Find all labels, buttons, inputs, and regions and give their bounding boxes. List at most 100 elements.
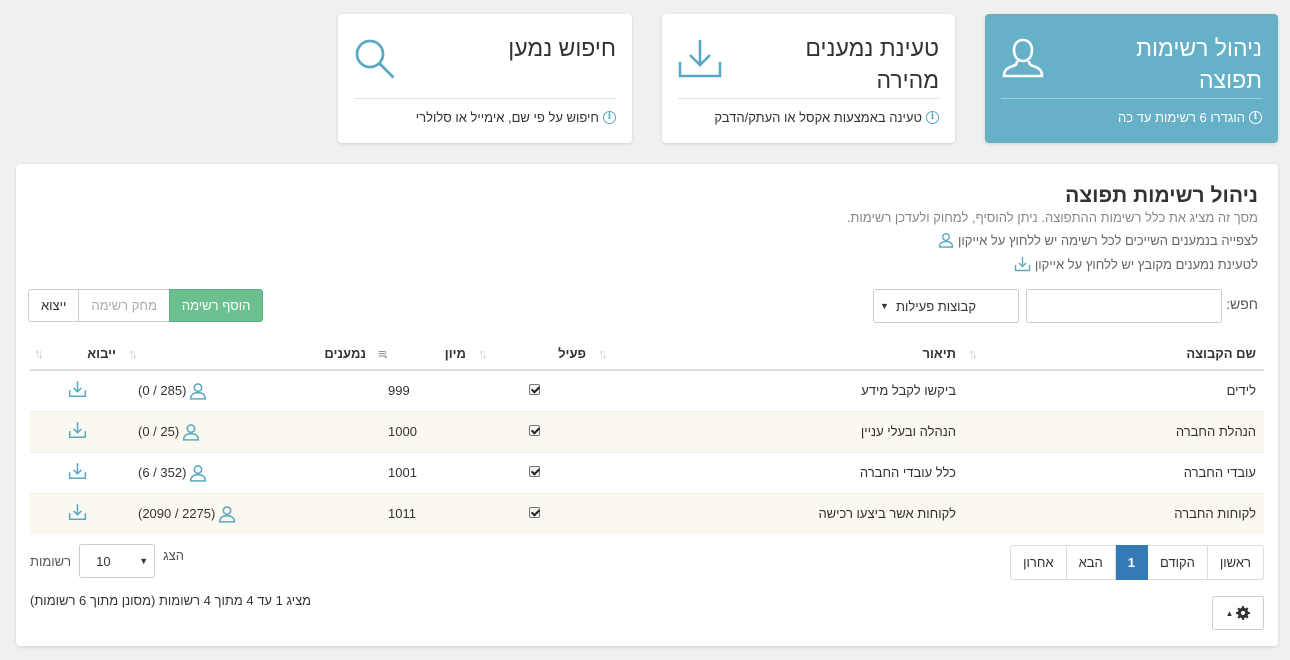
download-icon[interactable] — [68, 380, 87, 398]
sort-icon: ↓↑ — [598, 346, 608, 361]
card-separator — [678, 98, 939, 99]
caret-down-icon: ▼ — [139, 556, 149, 566]
card-lists-footer: i הוגדרו 6 רשימות עד כה — [1118, 110, 1262, 125]
user-icon[interactable] — [189, 382, 207, 400]
info-icon: i — [1249, 111, 1262, 124]
cell-active — [474, 451, 594, 493]
table-row[interactable]: לידים ביקשו לקבל מידע 999 (0 / 285) — [30, 369, 1264, 411]
col-header-import[interactable]: ייבוא ↓↑ — [30, 338, 124, 371]
user-icon — [938, 233, 954, 248]
help-members: לצפייה בנמענים השייכים לכל רשימה יש ללחו… — [938, 232, 1258, 248]
card-upload-title: טעינת נמענים מהירה — [805, 35, 939, 93]
col-header-name[interactable]: שם הקבוצה ↓↑ — [964, 338, 1264, 371]
action-buttons: הוסף רשימה מחק רשימה ייצוא — [28, 289, 264, 322]
info-icon: i — [603, 111, 616, 124]
cell-description: הנהלה ובעלי עניין — [594, 410, 964, 452]
active-checkbox[interactable] — [528, 466, 540, 477]
cell-name: לידים — [964, 369, 1264, 411]
cell-members: (0 / 285) — [124, 369, 374, 411]
active-checkbox[interactable] — [528, 507, 540, 519]
page-length: הצג 10 ▼ רשומות — [30, 544, 184, 578]
card-upload[interactable]: טעינת נמענים מהירה i טעינה באמצעות אקסל … — [662, 14, 955, 143]
table-row[interactable]: לקוחות החברה לקוחות אשר ביצעו רכישה 1011… — [30, 492, 1264, 534]
pagination: ראשון הקודם 1 הבא אחרון — [1010, 545, 1264, 580]
user-icon[interactable] — [218, 505, 236, 523]
download-icon[interactable] — [68, 421, 87, 439]
col-header-active[interactable]: פעיל ↓↑ — [474, 338, 594, 371]
cell-members: (2090 / 2275) — [124, 492, 374, 534]
sort-icon: ↓↑ — [128, 346, 138, 361]
cell-description: כלל עובדי החברה — [594, 451, 964, 493]
help-upload: לטעינת נמענים מקובץ יש ללחוץ על אייקון — [1014, 256, 1258, 272]
lists-table: שם הקבוצה ↓↑ תיאור ↓↑ פעיל ↓↑ מיון ↓≡ נמענים… — [30, 338, 1264, 534]
card-separator — [354, 98, 616, 99]
group-filter-select[interactable]: קבוצות פעילות ▼ — [873, 289, 1019, 323]
card-search[interactable]: חיפוש נמען i חיפוש על פי שם, אימייל או ס… — [338, 14, 632, 143]
cell-name: לקוחות החברה — [964, 492, 1264, 534]
cell-active — [474, 369, 594, 411]
table-info: מציג 1 עד 4 מתוך 4 רשומות (מסונן מתוך 6 … — [30, 593, 312, 608]
cell-name: הנהלת החברה — [964, 410, 1264, 452]
col-header-sort[interactable]: מיון ↓≡ — [374, 338, 474, 371]
download-icon — [676, 36, 724, 85]
cell-name: עובדי החברה — [964, 451, 1264, 493]
cell-sort: 1000 — [374, 410, 474, 452]
user-icon[interactable] — [189, 464, 207, 482]
length-records-label: רשומות — [30, 553, 72, 569]
page-title: ניהול רשימות תפוצה — [1065, 184, 1258, 207]
panel-description: מסך זה מציג את כלל רשימות ההתפוצה. ניתן … — [846, 210, 1258, 225]
card-lists[interactable]: ניהול רשימות תפוצה i הוגדרו 6 רשימות עד … — [985, 14, 1278, 143]
col-header-members[interactable]: נמענים ↓↑ — [124, 338, 374, 371]
cell-import — [30, 410, 124, 452]
pager-current[interactable]: 1 — [1114, 545, 1148, 580]
cell-description: ביקשו לקבל מידע — [594, 369, 964, 411]
table-row[interactable]: עובדי החברה כלל עובדי החברה 1001 (6 / 35… — [30, 451, 1264, 493]
table-row[interactable]: הנהלת החברה הנהלה ובעלי עניין 1000 (0 / … — [30, 410, 1264, 452]
info-icon: i — [926, 111, 939, 124]
cell-description: לקוחות אשר ביצעו רכישה — [594, 492, 964, 534]
card-search-title: חיפוש נמען — [508, 35, 616, 61]
cell-members: (6 / 352) — [124, 451, 374, 493]
export-button[interactable]: ייצוא — [28, 289, 79, 322]
sort-icon: ↓↑ — [34, 346, 44, 361]
user-icon[interactable] — [182, 423, 200, 441]
sort-icon: ↓↑ — [968, 346, 978, 361]
pager-first[interactable]: ראשון — [1206, 545, 1264, 580]
pager-next[interactable]: הבא — [1065, 545, 1116, 580]
cell-import — [30, 369, 124, 411]
active-checkbox[interactable] — [528, 384, 540, 396]
sort-icon: ↓↑ — [478, 346, 488, 361]
pager-last[interactable]: אחרון — [1010, 545, 1067, 580]
gear-icon — [1236, 606, 1251, 620]
download-icon[interactable] — [68, 503, 87, 521]
cell-sort: 1001 — [374, 451, 474, 493]
lists-panel: ניהול רשימות תפוצה מסך זה מציג את כלל רש… — [16, 164, 1278, 646]
settings-button[interactable]: ▲ — [1212, 596, 1264, 630]
search-input[interactable] — [1026, 289, 1222, 323]
cell-active — [474, 410, 594, 452]
search-icon — [352, 36, 398, 85]
download-icon[interactable] — [68, 462, 87, 480]
card-search-footer: i חיפוש על פי שם, אימייל או סלולרי — [416, 110, 616, 125]
active-checkbox[interactable] — [528, 425, 540, 436]
card-lists-title: ניהול רשימות תפוצה — [1136, 35, 1262, 93]
cell-active — [474, 492, 594, 534]
cell-sort: 1011 — [374, 492, 474, 534]
sort-active-icon: ↓≡ — [378, 346, 389, 361]
cell-members: (0 / 25) — [124, 410, 374, 452]
caret-up-icon: ▲ — [1225, 608, 1234, 618]
card-upload-footer: i טעינה באמצעות אקסל או העתק/הדבק — [714, 110, 939, 125]
delete-list-button[interactable]: מחק רשימה — [78, 289, 169, 322]
cell-import — [30, 492, 124, 534]
card-separator — [1001, 98, 1262, 99]
table-header-row: שם הקבוצה ↓↑ תיאור ↓↑ פעיל ↓↑ מיון ↓≡ נמענים… — [30, 338, 1264, 371]
page-length-select[interactable]: 10 ▼ — [79, 544, 156, 578]
caret-down-icon: ▼ — [880, 301, 889, 311]
length-show-label: הצג — [163, 547, 184, 563]
cell-import — [30, 451, 124, 493]
cell-sort: 999 — [374, 369, 474, 411]
add-list-button[interactable]: הוסף רשימה — [168, 289, 264, 322]
pager-prev[interactable]: הקודם — [1146, 545, 1208, 580]
col-header-description[interactable]: תיאור ↓↑ — [594, 338, 964, 371]
search-label: חפש: — [1226, 296, 1258, 312]
